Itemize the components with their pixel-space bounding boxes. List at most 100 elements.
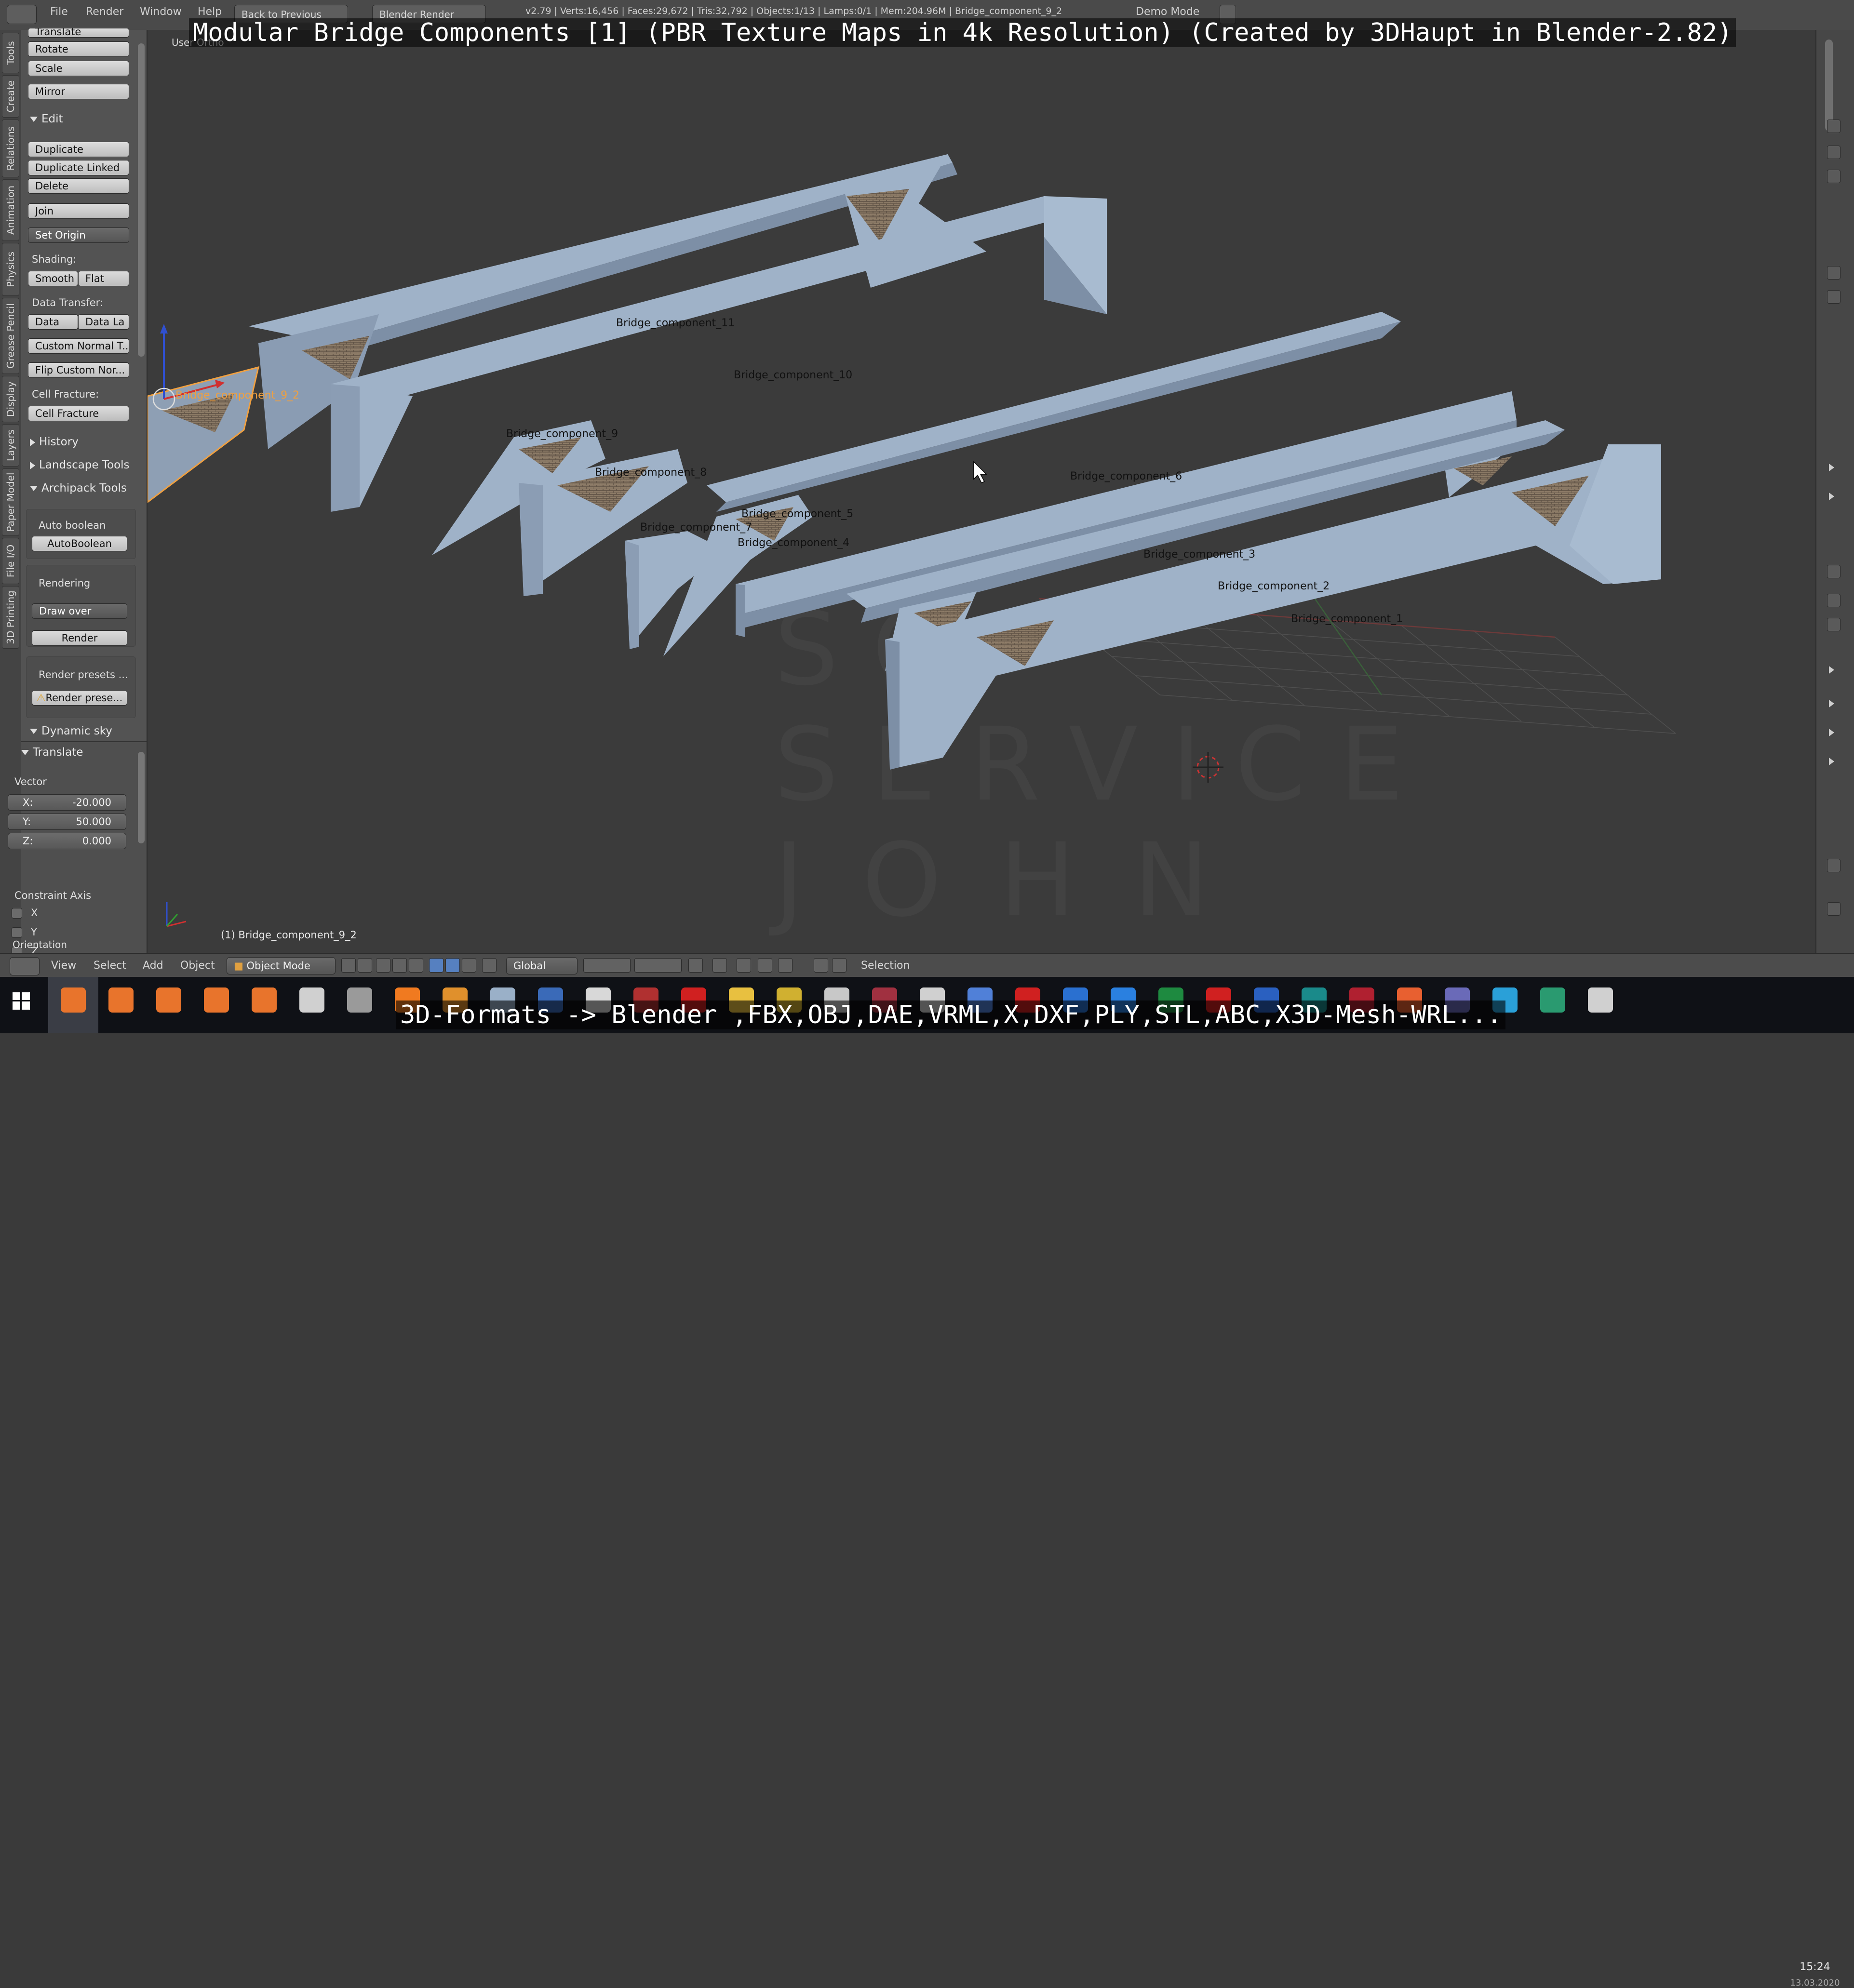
mirror-button[interactable]: Mirror: [28, 84, 129, 99]
scale-manipulator-icon[interactable]: [462, 958, 476, 973]
viewport-shading-icon[interactable]: [341, 958, 356, 973]
operator-panel-scrollbar[interactable]: [138, 752, 145, 843]
windows-start-icon[interactable]: [13, 992, 30, 1010]
pivot-dropdown-icon[interactable]: [392, 958, 407, 973]
tab-grease-pencil[interactable]: Grease Pencil: [2, 298, 19, 374]
translate-button[interactable]: Translate: [28, 28, 129, 38]
menu-render[interactable]: Render: [86, 6, 123, 18]
taskbar-app-icon[interactable]: [347, 987, 372, 1013]
duplicate-button[interactable]: Duplicate: [28, 142, 129, 157]
cell-fracture-button[interactable]: Cell Fracture: [28, 406, 129, 421]
lock-icon[interactable]: [688, 958, 703, 973]
constraint-x-checkbox[interactable]: [12, 908, 22, 919]
editor-type-button[interactable]: [7, 5, 37, 24]
transform-orientation-dropdown[interactable]: Global: [506, 957, 578, 974]
taskbar-app-icon[interactable]: [1540, 987, 1565, 1013]
vector-x-field[interactable]: X: -20.000: [8, 794, 126, 811]
menu-file[interactable]: File: [50, 6, 68, 18]
3d-viewport[interactable]: User Ortho SO SERVICE JOHN: [148, 30, 1815, 953]
opengl-render-icon[interactable]: [778, 958, 793, 973]
taskbar-app-icon[interactable]: [108, 987, 134, 1013]
history-panel-header[interactable]: History: [30, 436, 79, 448]
animation-render-icon[interactable]: [832, 958, 846, 973]
render-button[interactable]: Render: [32, 630, 127, 646]
menu-window[interactable]: Window: [140, 6, 182, 18]
operator-panel-header[interactable]: Translate: [21, 746, 83, 759]
constraint-y-checkbox[interactable]: [12, 927, 22, 938]
move-icon[interactable]: [1827, 902, 1841, 916]
toggle-icon[interactable]: [1827, 290, 1841, 304]
manipulator-options-icon[interactable]: [482, 958, 497, 973]
tab-layers[interactable]: Layers: [2, 424, 19, 467]
pivot-icon[interactable]: [376, 958, 390, 973]
toggle-icon[interactable]: [1827, 618, 1841, 631]
object-icon[interactable]: [1827, 266, 1841, 280]
expand-arrow-icon[interactable]: [1829, 758, 1834, 765]
expand-arrow-icon[interactable]: [1829, 729, 1834, 736]
smooth-button[interactable]: Smooth: [28, 271, 78, 286]
right-scrollbar[interactable]: [1825, 40, 1833, 131]
snap-icon[interactable]: [737, 958, 751, 973]
toggle-icon[interactable]: [1827, 565, 1841, 578]
set-origin-dropdown[interactable]: Set Origin: [28, 227, 129, 243]
taskbar-app-icon[interactable]: [204, 987, 229, 1013]
taskbar-app-icon[interactable]: [156, 987, 181, 1013]
taskbar-app-icon[interactable]: [299, 987, 324, 1013]
menu-object[interactable]: Object: [180, 960, 215, 972]
toggle-icon[interactable]: [1827, 594, 1841, 607]
tab-relations[interactable]: Relations: [2, 120, 19, 177]
vector-z-field[interactable]: Z: 0.000: [8, 833, 126, 849]
manipulator-icon[interactable]: [409, 958, 423, 973]
draw-over-dropdown[interactable]: Draw over: [32, 603, 127, 619]
tab-paper-model[interactable]: Paper Model: [2, 468, 19, 536]
tool-shelf-scrollbar[interactable]: [138, 43, 145, 357]
join-button[interactable]: Join: [28, 203, 129, 219]
expand-arrow-icon[interactable]: [1829, 493, 1834, 500]
translate-manipulator-icon[interactable]: [429, 958, 443, 973]
taskbar-app-icon[interactable]: [61, 987, 86, 1013]
clock[interactable]: 15:24 13.03.2020: [1784, 1954, 1846, 1988]
menu-view[interactable]: View: [51, 960, 76, 972]
expand-arrow-icon[interactable]: [1829, 700, 1834, 707]
menu-add[interactable]: Add: [143, 960, 163, 972]
taskbar-app-icon[interactable]: [1588, 987, 1613, 1013]
data-button[interactable]: Data: [28, 314, 78, 330]
proportional-edit-icon[interactable]: [712, 958, 727, 973]
object-icon[interactable]: [1827, 120, 1841, 133]
autoboolean-button[interactable]: AutoBoolean: [32, 536, 127, 551]
pin-icon[interactable]: [1827, 859, 1841, 872]
layers-grid-icon[interactable]: [583, 958, 631, 973]
flat-button[interactable]: Flat: [78, 271, 129, 286]
tab-display[interactable]: Display: [2, 376, 19, 422]
tab-file-io[interactable]: File I/O: [2, 538, 19, 584]
menu-help[interactable]: Help: [198, 6, 222, 18]
dynamic-sky-header[interactable]: Dynamic sky: [30, 725, 112, 737]
toggle-icon[interactable]: [1827, 146, 1841, 159]
edit-panel-header[interactable]: Edit: [30, 113, 63, 125]
rotate-manipulator-icon[interactable]: [445, 958, 460, 973]
landscape-tools-header[interactable]: Landscape Tools: [30, 459, 130, 471]
tab-create[interactable]: Create: [2, 75, 19, 118]
archipack-tools-header[interactable]: Archipack Tools: [30, 482, 127, 494]
delete-button[interactable]: Delete: [28, 178, 129, 194]
toggle-icon[interactable]: [1827, 170, 1841, 183]
layers-grid-icon[interactable]: [634, 958, 682, 973]
rotate-button[interactable]: Rotate: [28, 41, 129, 57]
custom-normal-button[interactable]: Custom Normal T...: [28, 338, 129, 354]
editor-type-button[interactable]: [10, 957, 40, 975]
tab-3d-printing[interactable]: 3D Printing: [2, 586, 19, 649]
tab-physics[interactable]: Physics: [2, 243, 19, 296]
flip-custom-normals-button[interactable]: Flip Custom Nor...: [28, 362, 129, 378]
menu-select[interactable]: Select: [94, 960, 126, 972]
tab-animation[interactable]: Animation: [2, 179, 19, 241]
taskbar-app-icon[interactable]: [252, 987, 277, 1013]
vector-y-field[interactable]: Y: 50.000: [8, 814, 126, 830]
expand-arrow-icon[interactable]: [1829, 666, 1834, 674]
dropdown-icon[interactable]: [358, 958, 372, 973]
mode-dropdown[interactable]: ■ Object Mode: [227, 957, 336, 974]
tab-tools[interactable]: Tools: [2, 33, 19, 73]
expand-arrow-icon[interactable]: [1829, 464, 1834, 471]
scale-button[interactable]: Scale: [28, 61, 129, 76]
snap-target-icon[interactable]: [758, 958, 772, 973]
render-presets-button[interactable]: ⚠Render prese...: [32, 690, 127, 706]
